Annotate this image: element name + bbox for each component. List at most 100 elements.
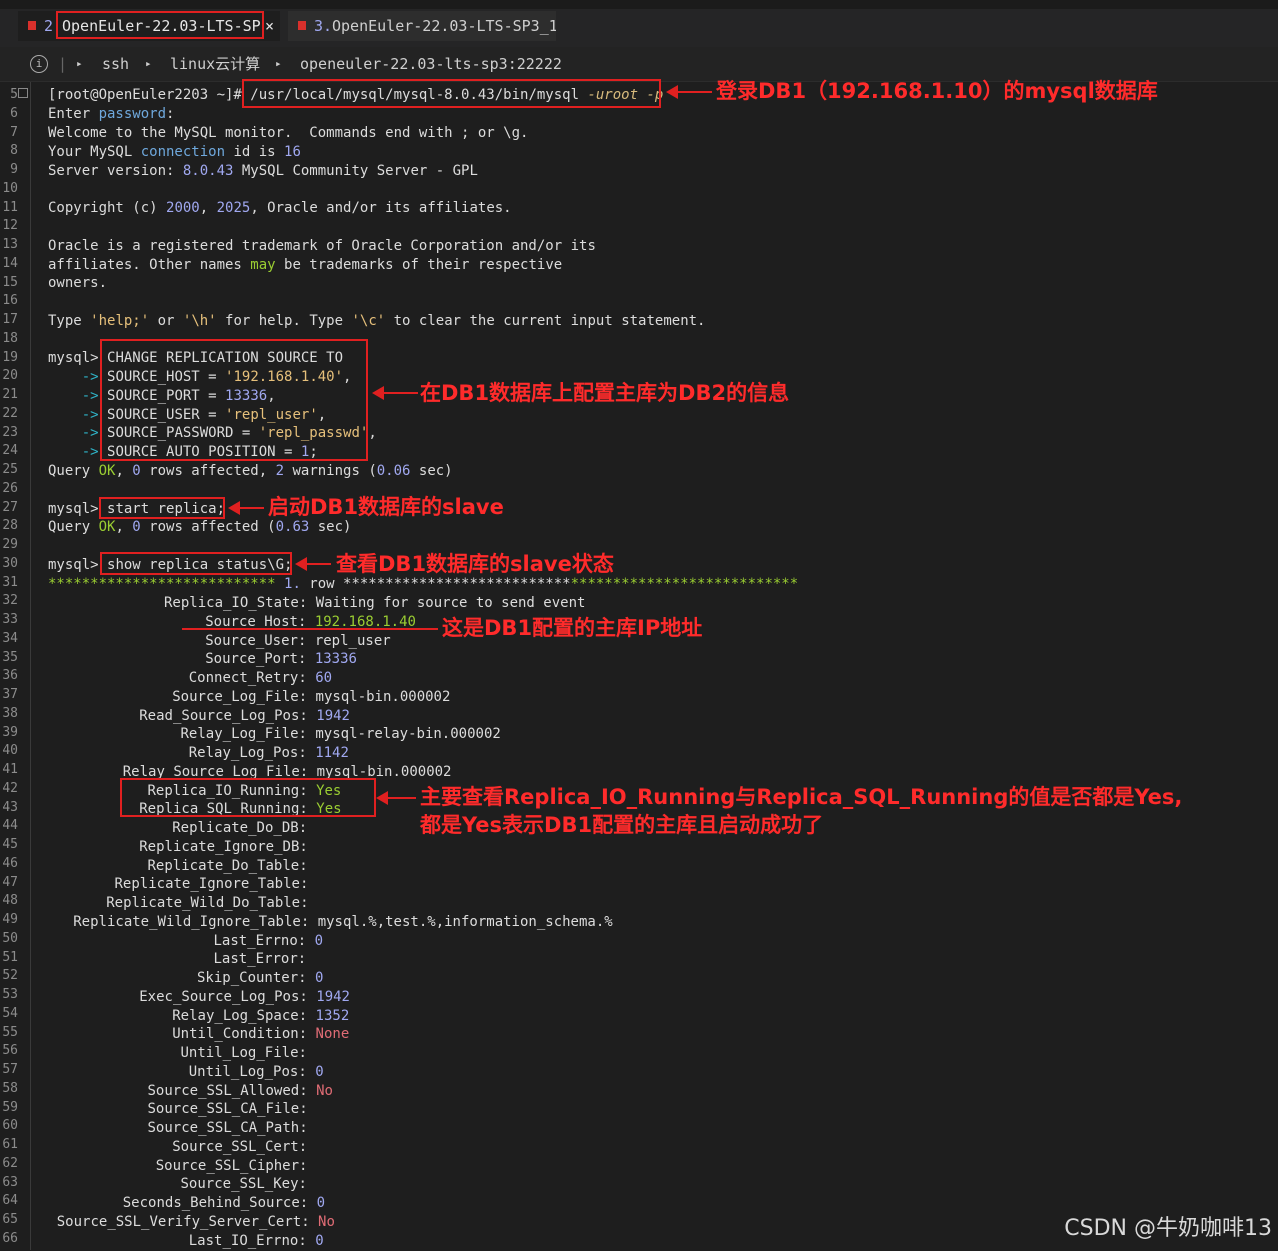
separator: | xyxy=(58,55,68,73)
line-number: 14 xyxy=(2,255,18,271)
line-number: 57 xyxy=(2,1062,18,1077)
line-number: 13 xyxy=(2,237,18,252)
breadcrumb-item-host[interactable]: openeuler-22.03-lts-sp3:22222 xyxy=(300,47,562,81)
arrow-icon xyxy=(376,791,416,805)
line-number: 55 xyxy=(2,1024,18,1040)
annotation-host: 这是DB1配置的主库IP地址 xyxy=(442,616,703,640)
line-number: 16 xyxy=(2,293,18,309)
line-oracle-3: owners. xyxy=(48,275,108,291)
status-row: Last_Error: xyxy=(213,951,315,968)
line-number: 17 xyxy=(2,312,18,327)
server-icon xyxy=(28,21,36,30)
line-number: 60 xyxy=(2,1118,18,1134)
line-number: 31 xyxy=(2,574,18,590)
annotation-box-start xyxy=(99,497,225,519)
line-query-ok-2: Query OK, 0 rows affected (0.63 sec) xyxy=(48,519,352,535)
status-row: Read_Source_Log_Pos: 1942 xyxy=(139,707,350,724)
breadcrumb: i | ▸ ssh ▸ linux云计算 ▸ openeuler-22.03-l… xyxy=(0,47,1278,82)
annotation-box-running xyxy=(120,778,376,817)
line-number: 34 xyxy=(2,630,18,646)
annotation-running-2: 都是Yes表示DB1配置的主库且启动成功了 xyxy=(420,813,824,837)
status-row: Replicate_Ignore_DB: xyxy=(139,838,317,855)
status-row: Replicate_Do_Table: xyxy=(147,857,317,874)
annotation-box-login xyxy=(242,79,661,108)
fold-icon[interactable] xyxy=(18,88,28,98)
line-number: 52 xyxy=(2,968,18,984)
status-row: Connect_Retry: 60 xyxy=(188,670,333,686)
watermark: CSDN @牛奶咖啡13 xyxy=(1064,1216,1272,1241)
status-row: Relay_Log_Space: 1352 xyxy=(172,1007,350,1024)
line-number: 41 xyxy=(2,762,18,777)
status-row: Source_SSL_Cipher: xyxy=(155,1157,316,1174)
arrow-icon xyxy=(666,85,712,99)
line-number: 53 xyxy=(2,987,18,1002)
status-row: Last_Errno: 0 xyxy=(213,932,324,949)
line-welcome: Welcome to the MySQL monitor. Commands e… xyxy=(48,125,529,141)
line-number: 26 xyxy=(2,480,18,496)
line-number: 8 xyxy=(10,143,18,159)
annotation-box-tab xyxy=(56,11,264,39)
status-row: Source_SSL_Cert: xyxy=(172,1138,316,1155)
arrow-icon xyxy=(228,501,264,515)
close-icon[interactable]: × xyxy=(265,11,274,41)
line-number: 62 xyxy=(2,1155,18,1171)
line-copyright: Copyright (c) 2000, 2025, Oracle and/or … xyxy=(48,200,512,216)
status-row: Source_User: repl_user xyxy=(205,632,391,649)
info-icon[interactable]: i xyxy=(30,55,48,73)
line-number: 7 xyxy=(10,124,18,140)
line-number: 61 xyxy=(2,1137,18,1152)
line-number: 38 xyxy=(2,705,18,721)
line-number: 39 xyxy=(2,724,18,740)
line-password: Enter password: xyxy=(48,106,175,122)
line-number: 30 xyxy=(2,555,18,571)
arrow-icon xyxy=(295,557,331,571)
line-number: 59 xyxy=(2,1099,18,1115)
line-number: 64 xyxy=(2,1193,18,1209)
chevron-right-icon: ▸ xyxy=(145,57,152,70)
line-number: 48 xyxy=(2,893,18,909)
line-row-separator: *************************** 1. row *****… xyxy=(48,576,799,592)
tab-openeuler-sp3-1[interactable]: 3. OpenEuler-22.03-LTS-SP3_1 xyxy=(288,11,556,41)
line-version: Server version: 8.0.43 MySQL Community S… xyxy=(48,163,478,179)
annotation-start: 启动DB1数据库的slave xyxy=(268,495,504,519)
line-number: 10 xyxy=(2,180,18,196)
line-number: 12 xyxy=(2,218,18,234)
line-number: 32 xyxy=(2,593,18,609)
line-number: 46 xyxy=(2,855,18,871)
status-row: Replica_IO_State: Waiting for source to … xyxy=(164,595,586,611)
line-number: 49 xyxy=(2,912,18,927)
chevron-right-icon: ▸ xyxy=(76,57,83,70)
server-icon xyxy=(298,21,306,30)
title-strip xyxy=(0,0,1278,9)
line-number: 24 xyxy=(2,443,18,459)
line-number: 47 xyxy=(2,874,18,890)
annotation-login: 登录DB1（192.168.1.10）的mysql数据库 xyxy=(716,79,1158,103)
annotation-change-source: 在DB1数据库上配置主库为DB2的信息 xyxy=(420,381,790,405)
line-number: 11 xyxy=(2,199,18,215)
line-number: 22 xyxy=(2,405,18,421)
status-row: Replicate_Wild_Do_Table: xyxy=(106,895,317,911)
line-oracle-1: Oracle is a registered trademark of Orac… xyxy=(48,238,596,254)
line-number: 43 xyxy=(2,799,18,815)
line-number: 29 xyxy=(2,537,18,552)
arrow-icon xyxy=(372,386,418,400)
status-row: Until_Log_File: xyxy=(180,1045,316,1061)
chevron-right-icon: ▸ xyxy=(275,57,282,70)
status-row: Last_IO_Errno: 0 xyxy=(188,1232,324,1249)
line-number: 33 xyxy=(2,612,18,627)
status-row: Source_SSL_Verify_Server_Cert: No xyxy=(56,1213,335,1230)
breadcrumb-item-folder[interactable]: linux云计算 xyxy=(170,47,260,81)
line-number: 6 xyxy=(10,105,18,121)
annotation-box-change-source xyxy=(100,339,368,461)
line-number: 36 xyxy=(2,668,18,684)
line-number: 35 xyxy=(2,649,18,665)
tab-bar: 2 OpenEuler-22.03-LTS-SP × 3. OpenEuler-… xyxy=(0,0,1278,47)
status-row: Source_Log_File: mysql-bin.000002 xyxy=(172,688,451,705)
breadcrumb-item-ssh[interactable]: ssh xyxy=(102,47,129,81)
line-help: Type 'help;' or '\h' for help. Type '\c'… xyxy=(48,313,706,329)
line-number: 63 xyxy=(2,1174,18,1190)
line-number: 66 xyxy=(2,1230,18,1246)
annotation-show: 查看DB1数据库的slave状态 xyxy=(336,552,614,576)
annotation-running-1: 主要查看Replica_IO_Running与Replica_SQL_Runni… xyxy=(420,785,1183,809)
tab-title: OpenEuler-22.03-LTS-SP3_1 xyxy=(332,17,556,35)
